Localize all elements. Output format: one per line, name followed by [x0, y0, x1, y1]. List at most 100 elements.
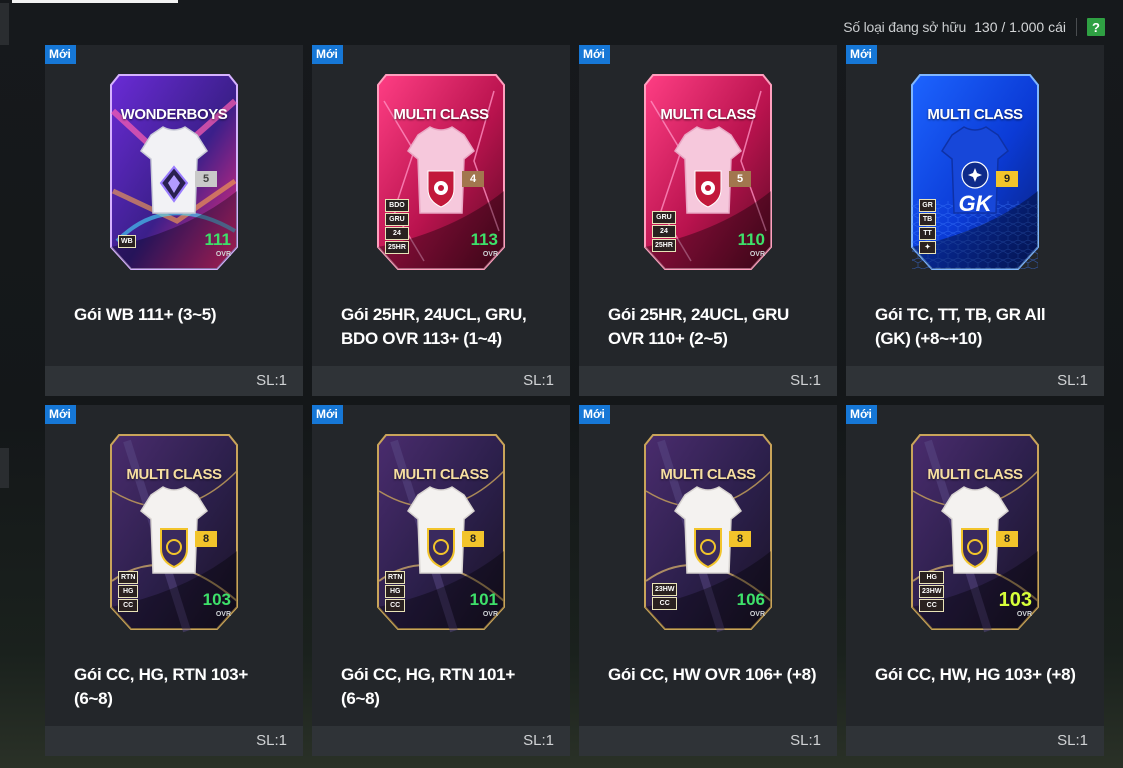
pack-title: Gói CC, HW, HG 103+ (+8): [875, 665, 1076, 684]
pack-card-image: MULTI CLASS 8 RTN HG CC 101 OVR: [374, 431, 508, 633]
pack-footer: SL:1: [45, 726, 303, 756]
card-tags: 23HW CC: [652, 583, 678, 610]
card-tags: WB: [118, 235, 136, 248]
card-tags: BDO GRU 24 25HR: [385, 199, 409, 254]
new-badge: Mới: [579, 405, 610, 424]
pack-footer: SL:1: [312, 726, 570, 756]
card-name: MULTI CLASS: [660, 466, 756, 483]
pack-tile[interactable]: Mới WONDERBOYS 5 WB 111 OVR Gói WB 111+ (3~5) S…: [45, 45, 303, 396]
card-tag: 25HR: [652, 239, 676, 252]
new-badge: Mới: [45, 45, 76, 64]
card-tag: CC: [919, 599, 945, 612]
card-grade: 9: [996, 171, 1018, 187]
card-name: MULTI CLASS: [393, 466, 489, 483]
left-edge-tab: [0, 448, 9, 488]
card-tag: GR: [919, 199, 936, 212]
card-tag: 23HW: [919, 585, 945, 598]
pack-card-image: MULTI CLASS 9 GR TB TT ✦ GK: [908, 71, 1042, 273]
card-tags: RTN HG CC: [118, 571, 139, 612]
card-name: MULTI CLASS: [927, 106, 1023, 123]
card-tag: TB: [919, 213, 936, 226]
card-tag: HG: [118, 585, 139, 598]
new-badge: Mới: [312, 405, 343, 424]
pack-title: Gói CC, HG, RTN 101+ (6~8): [341, 665, 515, 708]
pack-tile[interactable]: Mới MULTI CLASS 5 GRU 24 25HR 110 OVR Gói 25HR, …: [579, 45, 837, 396]
pack-tile[interactable]: Mới MULTI CLASS 8 HG 23HW CC 103 OVR Gói CC, HW,…: [846, 405, 1104, 756]
card-ovr: 110: [737, 230, 765, 249]
owned-count: 130 / 1.000 cái: [974, 19, 1066, 35]
card-tag: GRU: [385, 213, 409, 226]
card-tag: TT: [919, 227, 936, 240]
pack-footer: SL:1: [579, 726, 837, 756]
card-tag: 23HW: [652, 583, 678, 596]
card-ovr: 103: [998, 589, 1032, 611]
divider: [1076, 18, 1077, 36]
pack-tile[interactable]: Mới MULTI CLASS 9 GR TB TT ✦ GK Gói TC, TT, TB, …: [846, 45, 1104, 396]
pack-grid: Mới WONDERBOYS 5 WB 111 OVR Gói WB 111+ (3~5) S…: [45, 45, 1104, 756]
card-ovr: 101: [469, 590, 498, 609]
new-badge: Mới: [846, 45, 877, 64]
pack-card-image: MULTI CLASS 8 23HW CC 106 OVR: [641, 431, 775, 633]
new-badge: Mới: [846, 405, 877, 424]
card-ovr: 106: [736, 590, 765, 609]
pack-tile[interactable]: Mới MULTI CLASS 8 23HW CC 106 OVR Gói CC, HW OV…: [579, 405, 837, 756]
card-tags: HG 23HW CC: [919, 571, 945, 612]
card-ovr-label: OVR: [215, 611, 231, 618]
pack-title: Gói WB 111+ (3~5): [74, 305, 217, 324]
top-strip: [12, 0, 178, 3]
card-tag: 25HR: [385, 241, 409, 254]
pack-quantity: SL:1: [790, 372, 821, 389]
card-grade: 5: [729, 171, 751, 187]
help-button[interactable]: ?: [1087, 18, 1105, 36]
pack-footer: SL:1: [45, 366, 303, 396]
pack-footer: SL:1: [846, 366, 1104, 396]
card-tag: 24: [652, 225, 676, 238]
card-tags: GR TB TT ✦: [919, 199, 936, 254]
card-tag: RTN: [118, 571, 139, 584]
pack-card-image: WONDERBOYS 5 WB 111 OVR: [107, 71, 241, 273]
pack-tile[interactable]: Mới MULTI CLASS 4 BDO GRU 24 25HR 113 OVR Gói 25H…: [312, 45, 570, 396]
card-ovr-label: OVR: [482, 611, 498, 618]
pack-quantity: SL:1: [1057, 372, 1088, 389]
card-grade: 8: [729, 531, 751, 547]
card-gk-label: GK: [958, 191, 992, 216]
card-grade: 8: [996, 531, 1018, 547]
card-ovr-label: OVR: [749, 251, 765, 258]
card-tag: CC: [652, 597, 678, 610]
card-tag: WB: [118, 235, 136, 248]
pack-card-image: MULTI CLASS 5 GRU 24 25HR 110 OVR: [641, 71, 775, 273]
left-edge-tab: [0, 3, 9, 45]
pack-title: Gói CC, HW OVR 106+ (+8): [608, 665, 817, 684]
pack-card-image: MULTI CLASS 8 RTN HG CC 103 OVR: [107, 431, 241, 633]
card-tags: GRU 24 25HR: [652, 211, 676, 252]
pack-tile[interactable]: Mới MULTI CLASS 8 RTN HG CC 103 OVR Gói CC, HG, …: [45, 405, 303, 756]
pack-tile[interactable]: Mới MULTI CLASS 8 RTN HG CC 101 OVR Gói CC, HG, …: [312, 405, 570, 756]
new-badge: Mới: [312, 45, 343, 64]
card-ovr-label: OVR: [482, 251, 498, 258]
pack-quantity: SL:1: [256, 732, 287, 749]
card-ovr-label: OVR: [1016, 611, 1032, 618]
pack-card-image: MULTI CLASS 4 BDO GRU 24 25HR 113 OVR: [374, 71, 508, 273]
pack-footer: SL:1: [312, 366, 570, 396]
card-tag: HG: [919, 571, 945, 584]
card-name: WONDERBOYS: [120, 106, 228, 123]
card-ovr-label: OVR: [749, 611, 765, 618]
card-tag: HG: [385, 585, 406, 598]
card-tag: BDO: [385, 199, 409, 212]
pack-quantity: SL:1: [256, 372, 287, 389]
card-name: MULTI CLASS: [927, 466, 1023, 483]
pack-footer: SL:1: [579, 366, 837, 396]
pack-title: Gói TC, TT, TB, GR All (GK) (+8~+10): [875, 305, 1046, 348]
card-tag: GRU: [652, 211, 676, 224]
card-grade: 5: [195, 171, 217, 187]
pack-card-image: MULTI CLASS 8 HG 23HW CC 103 OVR: [908, 431, 1042, 633]
card-ovr: 111: [204, 230, 232, 249]
card-grade: 8: [195, 531, 217, 547]
card-ovr-label: OVR: [215, 251, 231, 258]
card-tag: CC: [118, 599, 139, 612]
card-grade: 4: [462, 171, 484, 187]
card-tag: RTN: [385, 571, 406, 584]
card-ovr: 103: [202, 590, 231, 609]
inventory-header: Số loại đang sở hữu 130 / 1.000 cái ?: [843, 16, 1105, 38]
card-grade: 8: [462, 531, 484, 547]
